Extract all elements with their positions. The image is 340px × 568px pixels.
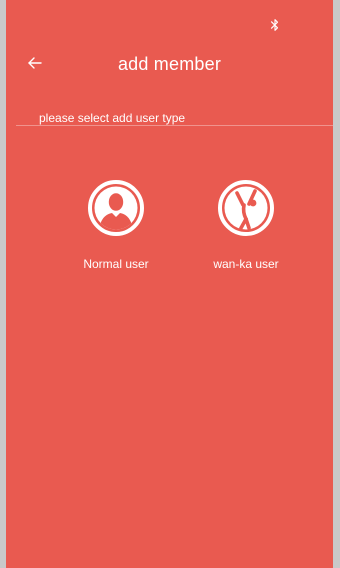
page-title: add member <box>117 54 222 74</box>
normal-user-option[interactable]: Normal user <box>61 178 171 271</box>
wan-ka-user-option[interactable]: wan-ka user <box>191 178 301 271</box>
normal-user-label: Normal user <box>83 257 149 271</box>
app-screen: add member please select add user type N… <box>6 0 333 568</box>
bluetooth-icon <box>270 19 279 31</box>
wan-ka-user-label: wan-ka user <box>213 257 279 271</box>
app-header: add member <box>6 42 333 88</box>
section-label: please select add user type <box>39 111 186 125</box>
person-bust-icon <box>88 180 144 236</box>
divider <box>16 125 333 126</box>
status-bar <box>6 0 333 34</box>
person-waving-icon <box>218 180 274 236</box>
